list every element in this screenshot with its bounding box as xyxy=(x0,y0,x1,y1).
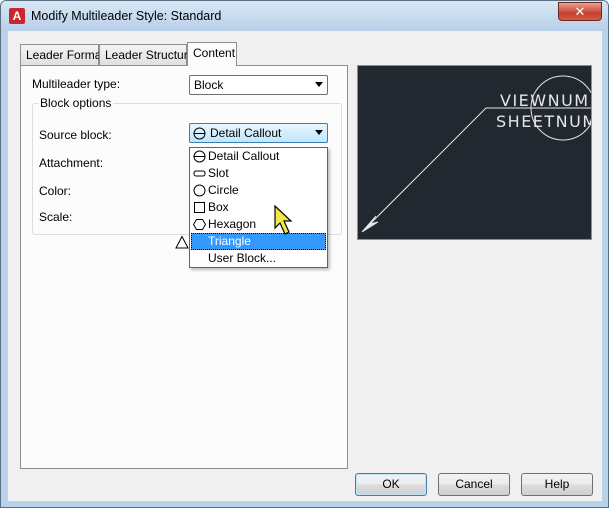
source-block-dropdown-list: Detail Callout Slot Circle Box Hexagon T… xyxy=(175,147,328,268)
multileader-type-select[interactable]: Block xyxy=(189,75,328,95)
dropdown-item-detail-callout[interactable]: Detail Callout xyxy=(191,148,326,165)
cancel-button[interactable]: Cancel xyxy=(438,473,510,496)
help-button[interactable]: Help xyxy=(521,473,593,496)
dropdown-item-triangle[interactable]: Triangle xyxy=(175,233,326,250)
tab-leader-format[interactable]: Leader Format xyxy=(20,44,105,65)
tab-label: Leader Structure xyxy=(105,48,195,62)
tab-label: Content xyxy=(193,46,236,60)
dropdown-item-label: Triangle xyxy=(208,234,251,248)
dropdown-item-label: Circle xyxy=(208,183,239,197)
dropdown-item-label: Hexagon xyxy=(208,217,257,231)
slot-icon xyxy=(193,170,206,177)
autocad-a-icon: A xyxy=(9,8,25,24)
detail-callout-icon xyxy=(193,150,206,163)
dialog-window: A Modify Multileader Style: Standard ✕ L… xyxy=(0,0,609,508)
dropdown-item-circle[interactable]: Circle xyxy=(191,182,326,199)
chevron-down-icon xyxy=(315,130,323,135)
dropdown-item-box[interactable]: Box xyxy=(191,199,326,216)
dropdown-item-hexagon[interactable]: Hexagon xyxy=(191,216,326,233)
title-bar[interactable]: A Modify Multileader Style: Standard ✕ xyxy=(1,1,608,31)
attachment-label: Attachment: xyxy=(39,156,104,170)
multileader-type-value: Block xyxy=(194,78,224,92)
mouse-pointer-icon xyxy=(274,204,293,235)
circle-icon xyxy=(193,184,206,197)
scale-label: Scale: xyxy=(39,210,73,224)
dropdown-item-label: Slot xyxy=(208,166,229,180)
source-block-select[interactable]: Detail Callout xyxy=(189,123,328,143)
dropdown-item-label: Box xyxy=(208,200,229,214)
dropdown-item-label: Detail Callout xyxy=(208,149,280,163)
tab-label: Leader Format xyxy=(26,48,105,62)
close-icon: ✕ xyxy=(574,4,586,19)
style-preview: VIEWNUMBER SHEETNUMBER xyxy=(357,65,592,240)
chevron-down-icon xyxy=(315,82,323,87)
triangle-icon xyxy=(175,235,189,250)
window-title: Modify Multileader Style: Standard xyxy=(31,9,222,23)
source-block-label: Source block: xyxy=(39,128,112,142)
dropdown-item-user-block[interactable]: User Block... xyxy=(191,250,326,267)
preview-line-1: VIEWNUMBER xyxy=(500,91,591,110)
preview-line-2: SHEETNUMBER xyxy=(496,112,591,131)
multileader-type-label: Multileader type: xyxy=(32,77,121,91)
detail-callout-icon xyxy=(193,127,206,140)
tab-leader-structure[interactable]: Leader Structure xyxy=(99,44,194,65)
dropdown-item-label: User Block... xyxy=(208,251,277,265)
dialog-client-area: Leader Format Leader Structure Content M… xyxy=(8,31,602,501)
ok-button[interactable]: OK xyxy=(355,473,427,496)
close-button[interactable]: ✕ xyxy=(558,2,602,21)
dropdown-item-slot[interactable]: Slot xyxy=(191,165,326,182)
block-options-legend: Block options xyxy=(38,96,114,110)
tab-content[interactable]: Content xyxy=(187,42,237,66)
color-label: Color: xyxy=(39,184,72,198)
source-block-value: Detail Callout xyxy=(210,126,282,140)
box-icon xyxy=(194,202,205,213)
hexagon-icon xyxy=(193,219,206,230)
